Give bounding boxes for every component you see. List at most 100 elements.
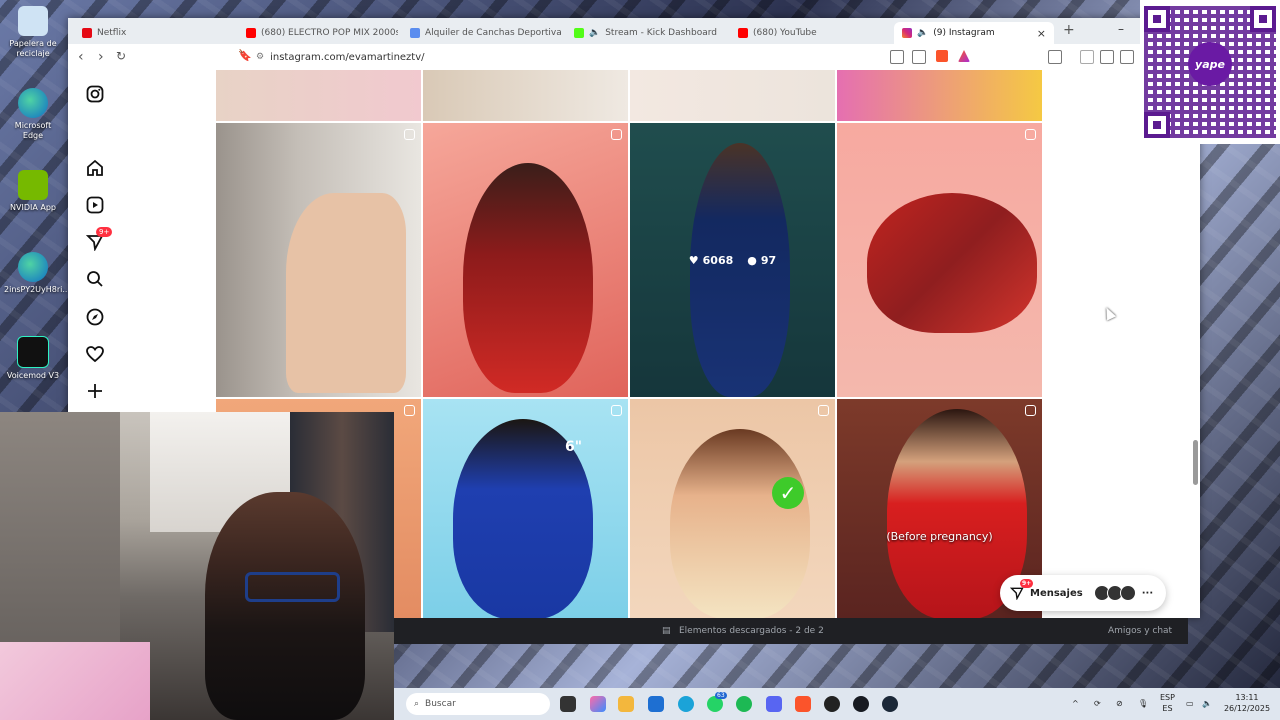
tab-canchas[interactable]: Alquiler de Canchas Deportivas - Pla — [402, 22, 562, 44]
share-icon[interactable] — [912, 50, 926, 64]
photo-subject — [286, 193, 406, 393]
edge-taskbar-icon[interactable] — [678, 696, 694, 712]
nvidia-shortcut[interactable]: NVIDIA App — [4, 170, 62, 213]
install-icon[interactable] — [890, 50, 904, 64]
app-icon[interactable] — [853, 696, 869, 712]
kick-icon — [574, 28, 584, 38]
post-tile[interactable] — [837, 123, 1042, 397]
back-icon[interactable]: ‹ — [78, 49, 84, 65]
address-bar: ‹ › ↻ 🔖 ⚙ instagram.com/evamartineztv/ — [68, 44, 1200, 71]
reels-icon[interactable] — [85, 195, 105, 215]
tab-kick[interactable]: 🔈 Stream - Kick Dashboard — [566, 22, 726, 44]
message-avatars — [1093, 585, 1136, 601]
post-tile[interactable]: ✓ — [630, 399, 835, 618]
edge-file-icon — [18, 252, 48, 282]
wallet-icon[interactable] — [1120, 50, 1134, 64]
tab-label: Stream - Kick Dashboard — [605, 28, 718, 38]
instagram-icon[interactable] — [85, 84, 105, 104]
file-shortcut[interactable]: 2insPY2UyH8ri... — [4, 252, 70, 295]
tab-label: (9) Instagram — [933, 28, 995, 38]
whatsapp-icon[interactable]: 63 — [707, 692, 727, 712]
tab-netflix[interactable]: Netflix — [74, 22, 234, 44]
obs-icon[interactable] — [824, 696, 840, 712]
page-scrollbar[interactable] — [1193, 440, 1198, 485]
post-tile[interactable] — [216, 70, 421, 121]
voicemod-icon — [17, 336, 49, 368]
tray-sync-icon[interactable]: ⟳ — [1094, 698, 1101, 709]
create-icon[interactable] — [85, 381, 105, 401]
home-icon[interactable] — [85, 158, 105, 178]
reload-icon[interactable]: ↻ — [116, 49, 126, 63]
volume-icon[interactable]: 🔈 — [1202, 698, 1212, 709]
taskbar-search[interactable]: ⌕ Buscar — [406, 693, 550, 715]
close-tab-icon[interactable]: × — [1037, 27, 1046, 40]
post-tile[interactable] — [216, 123, 421, 397]
messages-icon[interactable]: 9+ — [85, 227, 113, 252]
tab-electro-pop[interactable]: (680) ELECTRO POP MIX 2000s | DAN — [238, 22, 398, 44]
post-tile[interactable]: 6" — [423, 399, 628, 618]
post-tile[interactable] — [423, 123, 628, 397]
reel-icon — [818, 405, 829, 416]
notification-badge: 9+ — [96, 227, 113, 237]
url-field[interactable]: ⚙ instagram.com/evamartineztv/ — [256, 47, 976, 67]
webcam-overlay — [0, 412, 394, 720]
brave-shield-icon[interactable] — [936, 50, 948, 62]
edge-shortcut[interactable]: Microsoft Edge — [4, 88, 62, 141]
post-tile[interactable] — [837, 70, 1042, 121]
comment-icon: ● — [747, 253, 757, 267]
taskbar: ⌕ Buscar 63 ^ ⟳ ⊘ 🎙 ESP ES ▭ 🔈 13:11 26/… — [394, 688, 1280, 720]
photo-subject — [670, 429, 810, 618]
display-icon[interactable]: ▭ — [1186, 698, 1194, 709]
explore-icon[interactable] — [85, 307, 105, 327]
pink-blanket — [0, 642, 150, 720]
photo-subject — [463, 163, 593, 393]
forward-icon[interactable]: › — [98, 49, 104, 65]
reel-icon — [404, 405, 415, 416]
downloads-status[interactable]: Elementos descargados - 2 de 2 — [679, 626, 824, 636]
tray-network-icon[interactable]: ⊘ — [1116, 698, 1123, 709]
copilot-icon[interactable] — [590, 696, 606, 712]
reel-icon — [1025, 405, 1036, 416]
heart-icon: ♥ — [688, 253, 699, 267]
site-info-icon[interactable]: ⚙ — [256, 52, 264, 62]
bookmark-icon[interactable]: 🔖 — [238, 49, 252, 62]
discord-icon[interactable] — [766, 696, 782, 712]
tab-instagram[interactable]: 🔈 (9) Instagram × — [894, 22, 1054, 44]
recycle-bin-shortcut[interactable]: Papelera de reciclaje — [4, 6, 62, 59]
file-explorer-icon[interactable] — [618, 696, 634, 712]
friends-chat-label[interactable]: Amigos y chat — [1108, 626, 1172, 636]
extensions-icon[interactable] — [1048, 50, 1062, 64]
minimize-icon[interactable]: – — [1118, 22, 1124, 36]
microphone-icon[interactable]: 🎙 — [1138, 698, 1148, 709]
store-icon[interactable] — [648, 696, 664, 712]
search-placeholder: Buscar — [425, 699, 456, 709]
tab-youtube[interactable]: (680) YouTube — [730, 22, 890, 44]
brave-icon[interactable] — [795, 696, 811, 712]
recycle-bin-icon — [18, 6, 48, 36]
clock[interactable]: 13:11 26/12/2025 — [1222, 692, 1272, 714]
netflix-icon — [82, 28, 92, 38]
messages-button[interactable]: 9+ Mensajes ··· — [1000, 575, 1166, 611]
edge-icon — [18, 88, 48, 118]
post-tile[interactable] — [423, 70, 628, 121]
tray-chevron-icon[interactable]: ^ — [1072, 698, 1079, 709]
notifications-icon[interactable] — [85, 344, 105, 364]
steam-icon[interactable] — [882, 696, 898, 712]
voicemod-label: Voicemod V3 — [6, 371, 60, 380]
checkmark-icon: ✓ — [772, 477, 804, 509]
task-view-icon[interactable] — [560, 696, 576, 712]
voicemod-shortcut[interactable]: Voicemod V3 — [4, 336, 62, 381]
post-tile-hovered[interactable]: ♥ 6068 ● 97 — [630, 123, 835, 397]
search-icon: ⌕ — [414, 699, 420, 709]
edge-label: Microsoft Edge — [14, 121, 52, 140]
whatsapp-badge: 63 — [715, 692, 727, 699]
new-tab-icon[interactable]: + — [1063, 22, 1075, 38]
language-indicator[interactable]: ESP ES — [1160, 692, 1175, 714]
clock-date: 26/12/2025 — [1223, 704, 1271, 713]
post-tile[interactable] — [630, 70, 835, 121]
media-icon[interactable] — [1080, 50, 1094, 64]
sidebar-icon[interactable] — [1100, 50, 1114, 64]
search-icon[interactable] — [85, 269, 105, 289]
spotify-icon[interactable] — [736, 696, 752, 712]
site-icon — [410, 28, 420, 38]
